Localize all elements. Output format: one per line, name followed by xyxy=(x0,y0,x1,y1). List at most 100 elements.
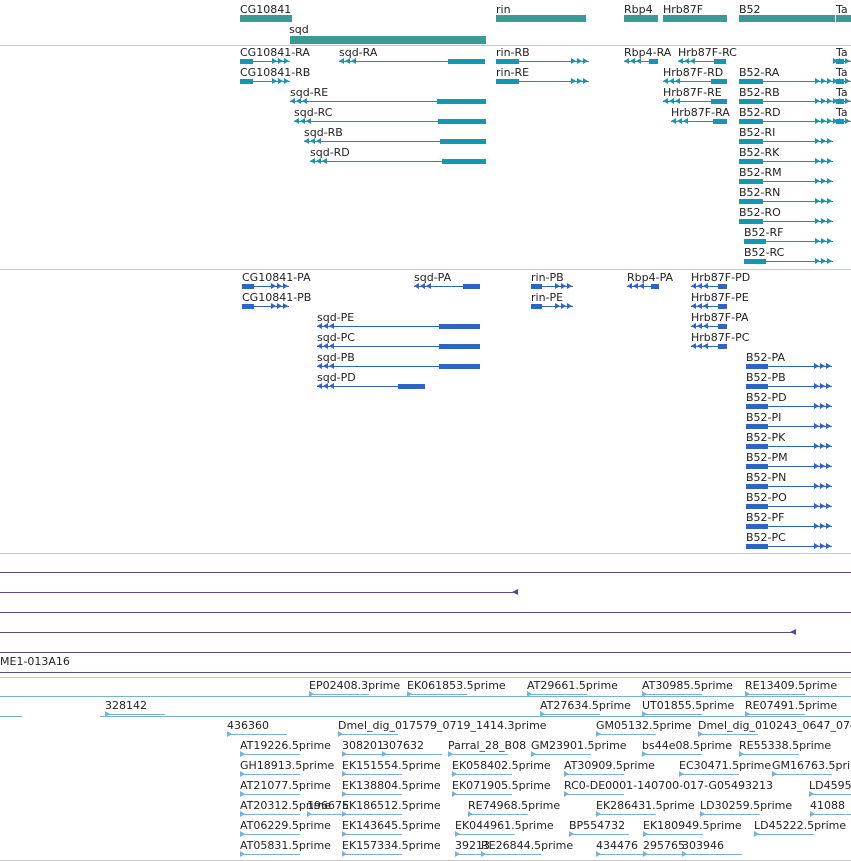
est-feature[interactable] xyxy=(745,694,805,695)
est-feature[interactable] xyxy=(596,814,656,815)
est-feature[interactable] xyxy=(452,774,512,775)
gene-feature[interactable] xyxy=(496,15,586,22)
est-feature[interactable] xyxy=(342,834,402,835)
est-feature[interactable] xyxy=(643,834,703,835)
arrow-right-icon xyxy=(815,118,820,124)
clone-line[interactable] xyxy=(0,652,851,653)
arrow-right-icon xyxy=(555,303,560,309)
gene-feature[interactable] xyxy=(663,15,727,22)
est-feature[interactable] xyxy=(240,814,300,815)
arrow-right-icon xyxy=(682,851,687,857)
arrow-right-icon xyxy=(826,503,831,509)
est-line[interactable] xyxy=(0,696,851,697)
gene-feature[interactable] xyxy=(290,36,486,44)
est-line[interactable] xyxy=(100,716,851,717)
est-feature[interactable] xyxy=(698,734,758,735)
exon-block xyxy=(439,324,480,329)
est-feature[interactable] xyxy=(240,794,300,795)
est-label: 41088 xyxy=(810,800,845,812)
arrow-right-icon xyxy=(826,423,831,429)
est-feature[interactable] xyxy=(338,734,398,735)
arrow-right-icon xyxy=(571,58,576,64)
est-feature[interactable] xyxy=(342,774,402,775)
arrow-right-icon xyxy=(596,811,601,817)
est-feature[interactable] xyxy=(240,774,300,775)
est-feature[interactable] xyxy=(452,794,512,795)
clone-line[interactable] xyxy=(0,572,851,573)
arrow-left-icon xyxy=(703,323,708,329)
est-feature[interactable] xyxy=(342,794,402,795)
est-feature[interactable] xyxy=(700,814,760,815)
arrow-left-icon xyxy=(310,158,315,164)
est-feature[interactable] xyxy=(468,814,528,815)
track-divider xyxy=(0,677,851,678)
arrow-left-icon xyxy=(675,78,680,84)
exon-block xyxy=(746,424,768,429)
est-feature[interactable] xyxy=(569,834,629,835)
est-label: 308201 xyxy=(342,740,384,752)
est-feature[interactable] xyxy=(642,714,702,715)
arrow-right-icon xyxy=(814,423,819,429)
est-feature[interactable] xyxy=(448,754,508,755)
arrow-right-icon xyxy=(827,218,832,224)
gene-feature[interactable] xyxy=(739,15,835,22)
est-feature[interactable] xyxy=(564,774,624,775)
feature-label: B52-PM xyxy=(746,452,788,464)
est-feature[interactable] xyxy=(407,694,467,695)
est-feature[interactable] xyxy=(682,854,742,855)
est-feature[interactable] xyxy=(772,774,832,775)
est-feature[interactable] xyxy=(309,694,369,695)
arrow-left-icon xyxy=(669,98,674,104)
arrow-left-icon xyxy=(317,323,322,329)
est-feature[interactable] xyxy=(240,754,300,755)
est-feature[interactable] xyxy=(596,734,656,735)
est-feature[interactable] xyxy=(481,854,541,855)
est-feature[interactable] xyxy=(240,854,300,855)
est-label: EK186512.5prime xyxy=(342,800,441,812)
est-label: GH18913.5prime xyxy=(240,760,335,772)
est-feature[interactable] xyxy=(342,854,402,855)
est-label: EK058402.5prime xyxy=(452,760,551,772)
est-feature[interactable] xyxy=(754,834,814,835)
clone-line[interactable] xyxy=(0,612,851,613)
est-feature[interactable] xyxy=(342,814,402,815)
est-feature[interactable] xyxy=(527,694,587,695)
clone-line[interactable] xyxy=(0,632,795,633)
est-feature[interactable] xyxy=(739,754,799,755)
est-feature[interactable] xyxy=(531,754,591,755)
arrow-right-icon xyxy=(569,831,574,837)
est-feature[interactable] xyxy=(809,794,851,795)
feature-label: B52-RF xyxy=(744,227,784,239)
exon-block xyxy=(440,139,486,144)
est-label: EC30471.5prime xyxy=(679,760,772,772)
est-feature[interactable] xyxy=(564,794,624,795)
exon-block xyxy=(746,404,768,409)
arrow-right-icon xyxy=(754,831,759,837)
arrow-left-icon xyxy=(304,138,309,144)
est-feature[interactable] xyxy=(642,754,702,755)
exon-block xyxy=(718,304,727,309)
clone-line[interactable] xyxy=(0,672,851,673)
est-feature[interactable] xyxy=(240,834,300,835)
arrow-right-icon xyxy=(820,443,825,449)
est-feature[interactable] xyxy=(455,834,515,835)
clone-line[interactable] xyxy=(0,592,515,593)
est-feature[interactable] xyxy=(105,714,165,715)
arrow-right-icon xyxy=(561,283,566,289)
est-line[interactable] xyxy=(0,716,22,717)
est-feature[interactable] xyxy=(227,734,287,735)
arrow-right-icon xyxy=(643,851,648,857)
feature-label: B52-RB xyxy=(739,87,780,99)
est-feature[interactable] xyxy=(540,714,600,715)
gene-feature[interactable] xyxy=(240,15,292,22)
est-feature[interactable] xyxy=(679,774,739,775)
arrow-right-icon xyxy=(845,118,850,124)
gene-feature[interactable] xyxy=(624,15,658,22)
gene-feature[interactable] xyxy=(836,15,851,22)
est-feature[interactable] xyxy=(642,694,702,695)
est-feature[interactable] xyxy=(810,814,851,815)
est-feature[interactable] xyxy=(745,714,805,715)
est-feature[interactable] xyxy=(382,754,442,755)
arrow-right-icon xyxy=(284,78,289,84)
arrow-right-icon xyxy=(821,158,826,164)
